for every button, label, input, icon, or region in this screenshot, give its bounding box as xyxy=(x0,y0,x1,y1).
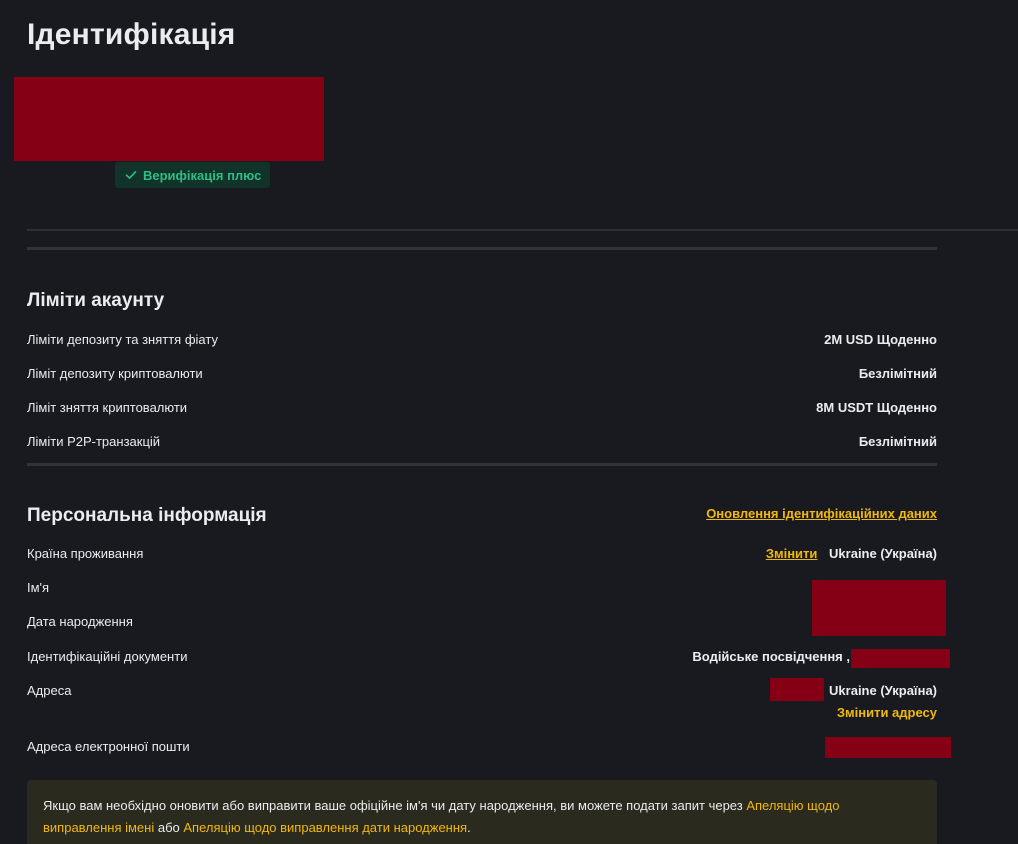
limit-value: Безлімітний xyxy=(858,366,937,381)
header-divider xyxy=(27,229,1018,231)
address-label: Адреса xyxy=(27,683,72,698)
limit-row-crypto-withdrawal: Ліміт зняття криптовалюти 8M USDT Щоденн… xyxy=(27,400,937,420)
birthdate-label: Дата народження xyxy=(27,614,133,629)
personal-row-email: Адреса електронної пошти xyxy=(27,739,937,759)
redacted-email xyxy=(825,737,951,758)
country-label: Країна проживання xyxy=(27,546,144,561)
country-value: Ukraine (Україна) xyxy=(829,546,937,561)
redacted-address xyxy=(770,678,824,701)
correction-notice: Якщо вам необхідно оновити або виправити… xyxy=(27,780,937,844)
redacted-document-number xyxy=(851,649,950,668)
verification-badge-label: Верифікація плюс xyxy=(143,167,262,183)
personal-row-country: Країна проживання Змінити Ukraine (Украї… xyxy=(27,546,937,566)
notice-text: або xyxy=(154,820,184,835)
limit-label: Ліміти депозиту та зняття фіату xyxy=(27,332,218,347)
address-value: Ukraine (Україна) xyxy=(829,683,937,698)
limit-row-fiat: Ліміти депозиту та зняття фіату 2M USD Щ… xyxy=(27,332,937,352)
redacted-name-and-birthdate xyxy=(812,580,946,636)
birthdate-correction-appeal-link[interactable]: Апеляцію щодо виправлення дати народженн… xyxy=(183,820,467,835)
limit-value: Безлімітний xyxy=(858,434,937,449)
name-label: Ім'я xyxy=(27,580,50,595)
change-address-link[interactable]: Змінити адресу xyxy=(837,705,937,720)
notice-text: . xyxy=(467,820,471,835)
email-label: Адреса електронної пошти xyxy=(27,739,190,754)
redacted-user-info xyxy=(14,77,324,161)
section-divider-top xyxy=(27,247,937,250)
limit-label: Ліміт депозиту криптовалюти xyxy=(27,366,203,381)
section-divider-middle xyxy=(27,463,937,466)
verification-status-badge: Верифікація плюс xyxy=(115,162,271,188)
personal-row-name: Ім'я xyxy=(27,580,937,600)
limit-value: 8M USDT Щоденно xyxy=(816,400,937,415)
personal-row-birthdate: Дата народження xyxy=(27,614,937,634)
update-identity-link[interactable]: Оновлення ідентифікаційних даних xyxy=(706,506,937,521)
limit-row-p2p: Ліміти P2P-транзакцій Безлімітний xyxy=(27,434,937,454)
country-value-group: Змінити Ukraine (Україна) xyxy=(766,546,937,561)
identification-page: Ідентифікація Верифікація плюс Ліміти ак… xyxy=(0,0,1018,844)
page-title: Ідентифікація xyxy=(27,18,236,51)
limit-label: Ліміт зняття криптовалюти xyxy=(27,400,188,415)
limit-row-crypto-deposit: Ліміт депозиту криптовалюти Безлімітний xyxy=(27,366,937,386)
check-icon xyxy=(125,171,137,179)
notice-text: Якщо вам необхідно оновити або виправити… xyxy=(43,798,747,813)
personal-section-title: Персональна інформація xyxy=(27,505,267,526)
change-country-link[interactable]: Змінити xyxy=(766,546,818,561)
documents-label: Ідентифікаційні документи xyxy=(27,649,188,664)
limit-label: Ліміти P2P-транзакцій xyxy=(27,434,161,449)
documents-value: Водійське посвідчення , xyxy=(692,649,850,664)
limit-value: 2M USD Щоденно xyxy=(824,332,937,347)
limits-section-title: Ліміти акаунту xyxy=(27,290,165,311)
personal-row-documents: Ідентифікаційні документи Водійське посв… xyxy=(27,649,937,669)
